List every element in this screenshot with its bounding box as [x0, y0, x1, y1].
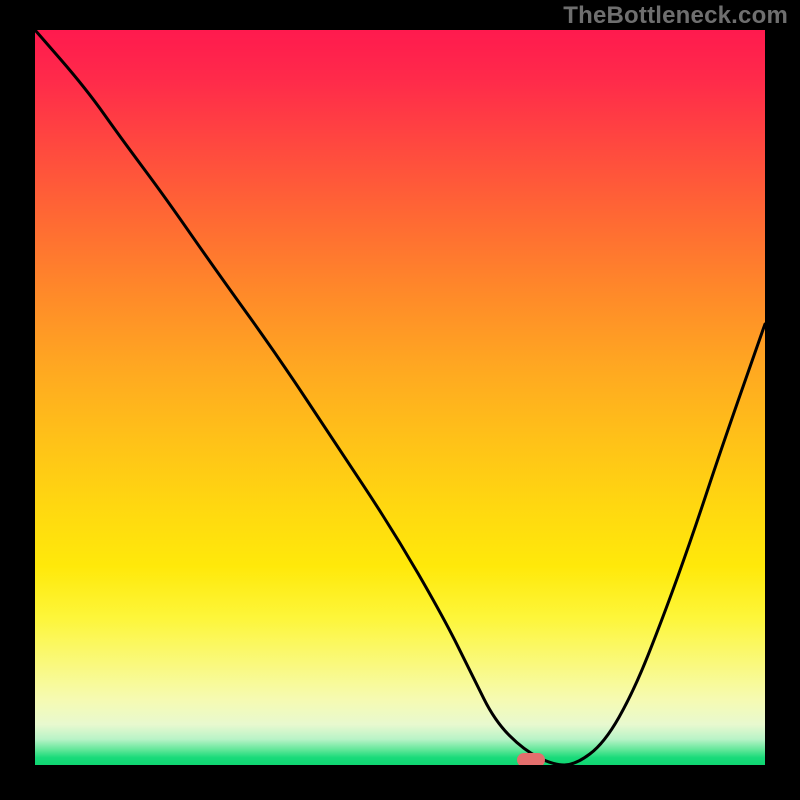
- optimum-marker: [517, 753, 545, 765]
- watermark-label: TheBottleneck.com: [563, 2, 788, 30]
- chart-frame: TheBottleneck.com: [0, 0, 800, 800]
- plot-area: [35, 30, 765, 765]
- background-gradient: [35, 30, 765, 765]
